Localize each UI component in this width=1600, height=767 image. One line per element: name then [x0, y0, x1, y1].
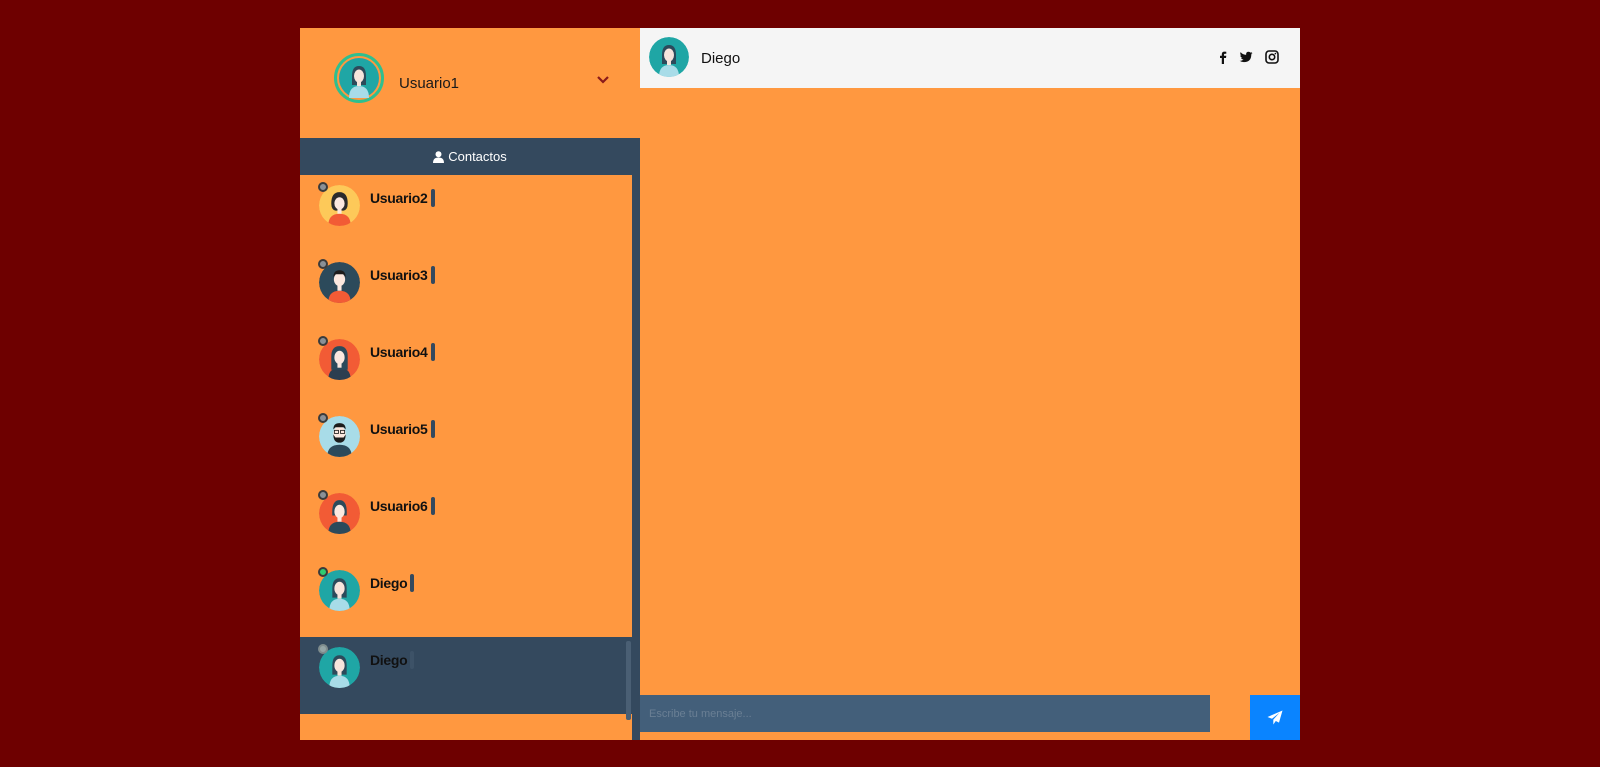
contact-name-row: Usuario6 [370, 497, 435, 515]
contact-name-row: Diego [370, 651, 415, 669]
profile-section: Usuario1 [300, 28, 640, 138]
status-indicator [318, 259, 328, 269]
contact-name: Usuario4 [370, 344, 428, 360]
sidebar: Usuario1 Contactos Usuario2 Usuario3 Usu… [300, 28, 640, 740]
contact-name: Diego [370, 652, 408, 668]
contact-badge [410, 574, 415, 592]
profile-avatar[interactable] [334, 53, 384, 103]
facebook-icon[interactable] [1216, 50, 1230, 64]
status-indicator [318, 182, 328, 192]
send-button[interactable] [1250, 695, 1300, 740]
contact-badge [410, 651, 415, 669]
user-icon [433, 150, 445, 163]
contact-badge [430, 420, 435, 438]
contact-name: Diego [370, 575, 408, 591]
status-indicator-online [318, 567, 328, 577]
scrollbar-thumb[interactable] [626, 641, 631, 720]
contact-badge [430, 343, 435, 361]
contact-name-row: Usuario4 [370, 343, 435, 361]
contact-item[interactable]: Usuario4 [300, 329, 632, 406]
contact-item[interactable]: Usuario6 [300, 483, 632, 560]
profile-name: Usuario1 [399, 75, 460, 92]
chat-app: Usuario1 Contactos Usuario2 Usuario3 Usu… [300, 28, 1300, 740]
contact-name-row: Usuario2 [370, 189, 435, 207]
paper-plane-icon [1267, 710, 1283, 724]
contacts-header[interactable]: Contactos [300, 138, 640, 175]
contact-name-row: Diego [370, 574, 415, 592]
avatar-icon [339, 58, 379, 98]
contact-item[interactable]: Usuario3 [300, 252, 632, 329]
status-indicator [318, 490, 328, 500]
contact-name: Usuario5 [370, 421, 428, 437]
contact-item[interactable]: Diego [300, 560, 632, 637]
status-indicator [318, 413, 328, 423]
chat-contact-avatar[interactable] [649, 37, 689, 77]
contact-name: Usuario2 [370, 190, 428, 206]
chat-contact-name: Diego [701, 50, 741, 67]
scrollbar-track[interactable] [632, 175, 640, 740]
contact-item[interactable]: Usuario2 [300, 175, 632, 252]
contacts-header-label: Contactos [448, 149, 507, 164]
contacts-list: Usuario2 Usuario3 Usuario4 Usuario5 Usua [300, 175, 640, 740]
chevron-down-icon[interactable] [595, 72, 611, 88]
chat-panel: Diego [640, 28, 1300, 740]
avatar-icon [649, 37, 689, 77]
contact-badge [430, 266, 435, 284]
message-input[interactable] [640, 695, 1210, 732]
contact-name: Usuario3 [370, 267, 428, 283]
contact-name: Usuario6 [370, 498, 428, 514]
chat-header: Diego [640, 28, 1300, 88]
contact-item-active[interactable]: Diego [300, 637, 632, 714]
contact-badge [430, 189, 435, 207]
contact-item[interactable]: Usuario5 [300, 406, 632, 483]
twitter-icon[interactable] [1239, 50, 1253, 64]
contact-name-row: Usuario5 [370, 420, 435, 438]
status-indicator [318, 336, 328, 346]
instagram-icon[interactable] [1265, 50, 1279, 64]
contact-badge [430, 497, 435, 515]
contact-name-row: Usuario3 [370, 266, 435, 284]
status-indicator [318, 644, 328, 654]
